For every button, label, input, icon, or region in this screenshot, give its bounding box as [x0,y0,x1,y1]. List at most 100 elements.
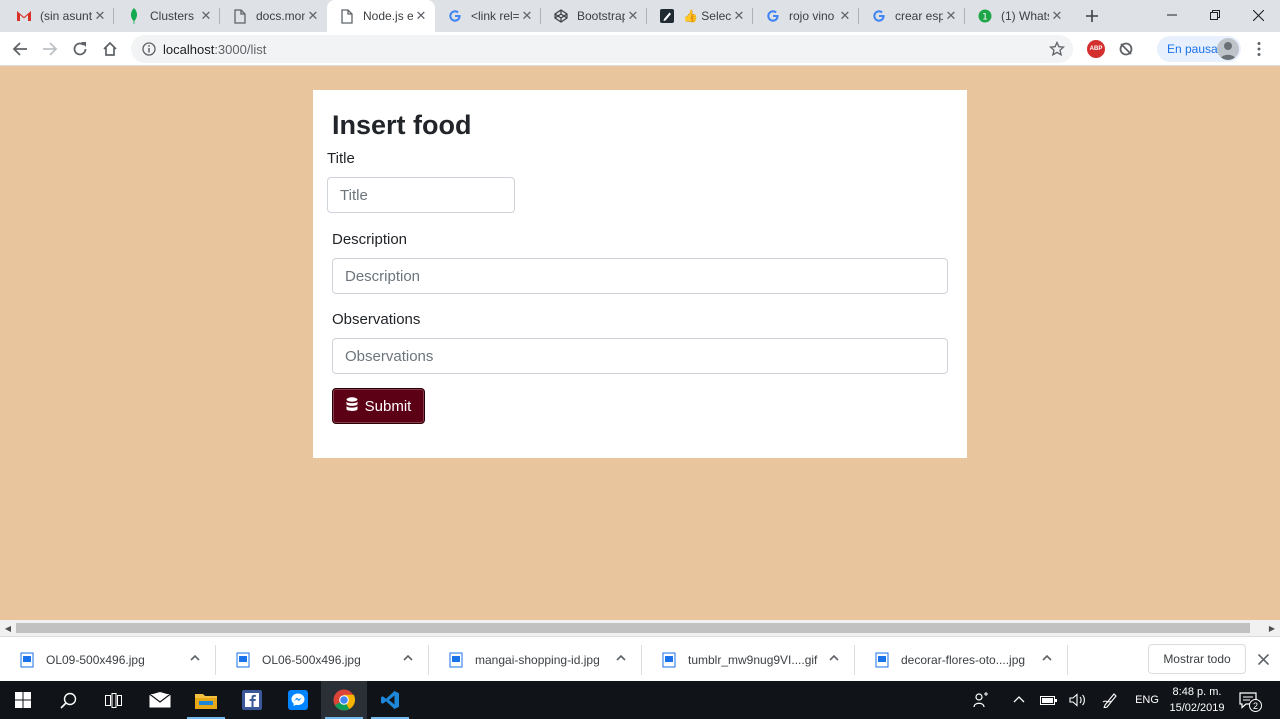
url-text: localhost:3000/list [163,42,266,57]
close-tab-icon[interactable]: ✕ [519,8,535,24]
task-view-icon[interactable] [90,681,136,719]
close-tab-icon[interactable]: ✕ [305,8,321,24]
kebab-menu-icon[interactable] [1250,40,1268,58]
vscode-icon[interactable] [367,681,413,719]
document-icon [339,8,355,24]
download-item[interactable]: OL06-500x496.jpg [216,637,429,682]
tab-title: docs.mongodb [256,9,305,23]
pen-workspace-icon[interactable] [1100,681,1122,719]
tab-crear-espacio[interactable]: crear espacio ✕ [859,0,965,32]
clock-time: 8:48 p. m. [1172,686,1222,698]
file-explorer-icon[interactable] [183,681,229,719]
new-tab-icon[interactable] [1080,4,1104,28]
chevron-up-icon[interactable] [401,651,415,665]
profile-paused-button[interactable]: En pausa [1157,36,1241,62]
chrome-icon[interactable] [321,681,367,719]
close-window-icon[interactable] [1236,0,1280,30]
windows-taskbar: ENG 8:48 p. m. 15/02/2019 2 [0,681,1280,719]
battery-icon[interactable] [1038,681,1060,719]
show-all-downloads-button[interactable]: Mostrar todo [1148,644,1246,674]
back-arrow-icon[interactable] [7,36,33,62]
horizontal-scrollbar[interactable]: ◀ ▶ [0,620,1280,636]
close-tab-icon[interactable]: ✕ [837,8,853,24]
tab-bootstrap[interactable]: Bootstrap ✕ [541,0,647,32]
google-icon [871,8,887,24]
windows-start-icon[interactable] [0,681,46,719]
adblock-label: ABP [1089,46,1103,52]
chevron-up-icon[interactable] [614,651,628,665]
action-center-icon[interactable]: 2 [1238,690,1262,712]
image-file-icon [236,652,250,668]
google-icon [765,8,781,24]
title-input[interactable] [327,177,515,213]
extension-sync-icon[interactable] [1117,40,1135,58]
restore-window-icon[interactable] [1193,0,1237,30]
observations-label: Observations [332,311,421,328]
close-tab-icon[interactable]: ✕ [943,8,959,24]
tab-whatsapp[interactable]: 1 (1) WhatsApp ✕ [965,0,1071,32]
scroll-right-arrow-icon[interactable]: ▶ [1264,620,1280,636]
image-file-icon [875,652,889,668]
download-item[interactable]: tumblr_mw9nug9VI....gif [642,637,855,682]
close-tab-icon[interactable]: ✕ [1049,8,1065,24]
tab-title: (sin asunto) [40,9,92,23]
image-file-icon [449,652,463,668]
messenger-icon[interactable] [275,681,321,719]
chevron-up-icon[interactable] [827,651,841,665]
page-title: Insert food [332,110,472,140]
tab-clusters[interactable]: Clusters | MongoDB ✕ [114,0,220,32]
download-item[interactable]: decorar-flores-oto....jpg [855,637,1068,682]
title-label: Title [327,150,355,167]
chevron-up-icon[interactable] [188,651,202,665]
page-viewport: Insert food Title Description Observatio… [0,66,1280,620]
facebook-icon[interactable] [229,681,275,719]
database-icon [346,396,358,416]
mail-icon[interactable] [137,681,183,719]
avatar [1217,38,1239,60]
observations-input[interactable] [332,338,948,374]
close-tab-icon[interactable]: ✕ [413,8,429,24]
chevron-up-icon[interactable] [1040,651,1054,665]
download-item[interactable]: OL09-500x496.jpg [0,637,216,682]
close-shelf-icon[interactable] [1254,650,1272,668]
mongodb-leaf-icon [126,8,142,24]
tab-select[interactable]: 👍 Select ✕ [647,0,753,32]
tab-rojo-vino[interactable]: rojo vino ✕ [753,0,859,32]
tab-nodejs-active[interactable]: Node.js e ✕ [327,0,435,32]
tab-docs[interactable]: docs.mongodb ✕ [220,0,327,32]
submit-button[interactable]: Submit [332,388,425,424]
scroll-left-arrow-icon[interactable]: ◀ [0,620,16,636]
minimize-window-icon[interactable] [1150,0,1194,30]
image-file-icon [20,652,34,668]
close-tab-icon[interactable]: ✕ [92,8,108,24]
volume-icon[interactable] [1067,681,1089,719]
description-input[interactable] [332,258,948,294]
pen-app-icon [659,8,675,24]
submit-label: Submit [364,397,412,415]
tab-title: Bootstrap [577,9,625,23]
address-bar[interactable]: localhost:3000/list [131,35,1073,63]
reload-icon[interactable] [67,36,93,62]
close-tab-icon[interactable]: ✕ [625,8,641,24]
download-item[interactable]: mangai-shopping-id.jpg [429,637,642,682]
show-hidden-icons-icon[interactable] [1008,681,1030,719]
clock[interactable]: 8:48 p. m. 15/02/2019 [1163,684,1231,716]
site-info-icon[interactable] [141,41,157,57]
forward-arrow-icon[interactable] [37,36,63,62]
search-icon[interactable] [45,681,91,719]
close-tab-icon[interactable]: ✕ [731,8,747,24]
scrollbar-thumb[interactable] [16,623,1250,633]
url-path: :3000/list [214,41,267,57]
adblock-plus-icon[interactable]: ABP [1087,40,1105,58]
codepen-icon [553,8,569,24]
people-icon[interactable] [970,681,992,719]
tab-gmail[interactable]: (sin asunto) ✕ [4,0,114,32]
tab-title: rojo vino [789,9,835,23]
close-tab-icon[interactable]: ✕ [198,8,214,24]
bookmark-star-icon[interactable] [1048,40,1066,57]
home-icon[interactable] [97,36,123,62]
language-indicator[interactable]: ENG [1133,681,1161,719]
document-icon [232,8,248,24]
tab-title: crear espacio [895,9,943,23]
tab-link-rel[interactable]: <link rel= ✕ [435,0,541,32]
